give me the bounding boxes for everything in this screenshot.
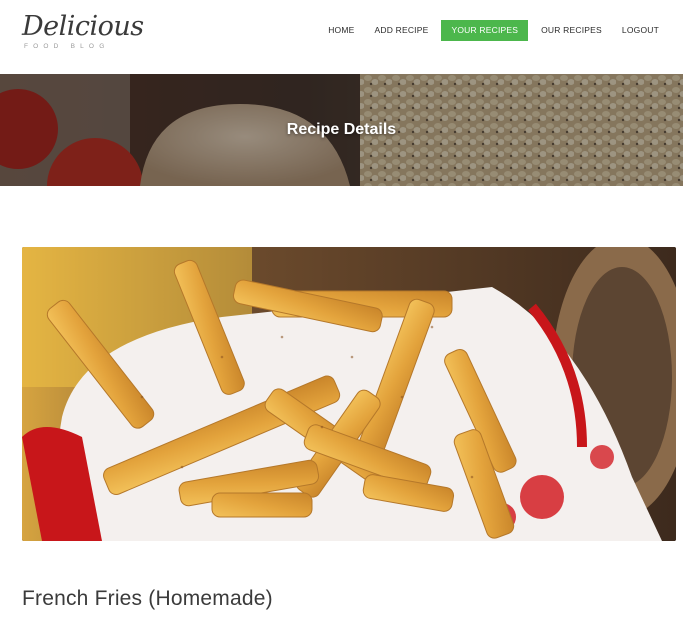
site-header: Delicious FOOD BLOG HOME ADD RECIPE YOUR… bbox=[0, 0, 683, 74]
recipe-title: French Fries (Homemade) bbox=[22, 587, 273, 610]
main-nav: HOME ADD RECIPE YOUR RECIPES OUR RECIPES… bbox=[318, 20, 669, 41]
french-fries-image bbox=[22, 247, 676, 541]
nav-home[interactable]: HOME bbox=[318, 20, 364, 41]
nav-our-recipes[interactable]: OUR RECIPES bbox=[531, 20, 612, 41]
hero-title: Recipe Details bbox=[286, 121, 397, 138]
recipe-photo bbox=[22, 247, 676, 541]
nav-logout[interactable]: LOGOUT bbox=[612, 20, 669, 41]
logo-tagline: FOOD BLOG bbox=[24, 43, 110, 50]
nav-add-recipe[interactable]: ADD RECIPE bbox=[365, 20, 439, 41]
hero-banner: Recipe Details bbox=[0, 74, 683, 186]
logo-wordmark: Delicious bbox=[22, 11, 144, 42]
site-logo[interactable]: Delicious FOOD BLOG bbox=[22, 10, 144, 54]
nav-your-recipes[interactable]: YOUR RECIPES bbox=[441, 20, 529, 41]
